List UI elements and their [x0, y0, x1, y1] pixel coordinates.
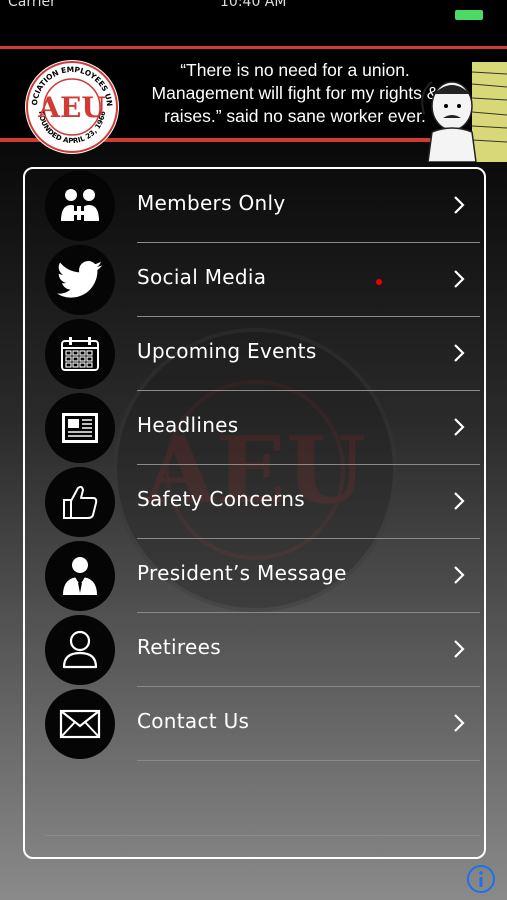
battery-icon — [455, 10, 483, 20]
menu-item-members-only[interactable]: Members Only — [25, 169, 484, 243]
menu-label: Safety Concerns — [137, 487, 305, 511]
person-outline-icon — [45, 615, 115, 685]
main-menu-panel: Members Only Social Media Upcoming Event… — [23, 167, 486, 859]
menu-item-upcoming-events[interactable]: Upcoming Events — [25, 317, 484, 391]
menu-label: Contact Us — [137, 709, 250, 733]
aeu-logo: ASSOCIATION EMPLOYEES UNION FOUNDED APRI… — [25, 60, 119, 154]
businessman-icon — [45, 541, 115, 611]
menu-item-headlines[interactable]: Headlines — [25, 391, 484, 465]
banner-quote: “There is no need for a union. Managemen… — [151, 60, 439, 126]
chevron-right-icon — [454, 196, 465, 214]
worker-cartoon-image — [410, 54, 507, 163]
status-bar: Carrier 10:40 AM — [0, 0, 507, 24]
carrier-label: Carrier — [8, 0, 56, 10]
menu-item-social-media[interactable]: Social Media — [25, 243, 484, 317]
panel-bottom-divider — [45, 835, 480, 836]
menu-label: Upcoming Events — [137, 339, 317, 363]
twitter-bird-icon — [45, 245, 115, 315]
newspaper-icon — [45, 393, 115, 463]
chevron-right-icon — [454, 566, 465, 584]
menu-separator — [137, 760, 480, 761]
notification-dot — [376, 279, 382, 285]
banner-top-divider — [0, 46, 507, 49]
chevron-right-icon — [454, 640, 465, 658]
header-banner: ASSOCIATION EMPLOYEES UNION FOUNDED APRI… — [0, 24, 507, 163]
menu-label: Members Only — [137, 191, 286, 215]
chevron-right-icon — [454, 492, 465, 510]
logo-letters: AEU — [37, 91, 105, 124]
menu-label: Retirees — [137, 635, 221, 659]
members-icon — [45, 171, 115, 241]
menu-label: President’s Message — [137, 561, 347, 585]
menu-item-safety-concerns[interactable]: Safety Concerns — [25, 465, 484, 539]
menu-item-contact-us[interactable]: Contact Us — [25, 687, 484, 761]
menu-item-retirees[interactable]: Retirees — [25, 613, 484, 687]
chevron-right-icon — [454, 418, 465, 436]
envelope-icon — [45, 689, 115, 759]
menu-label: Social Media — [137, 265, 267, 289]
calendar-icon — [45, 319, 115, 389]
info-icon[interactable] — [466, 864, 496, 894]
menu-item-presidents-message[interactable]: President’s Message — [25, 539, 484, 613]
chevron-right-icon — [454, 270, 465, 288]
status-time: 10:40 AM — [220, 0, 287, 10]
chevron-right-icon — [454, 344, 465, 362]
chevron-right-icon — [454, 714, 465, 732]
menu-label: Headlines — [137, 413, 239, 437]
thumbs-up-icon — [45, 467, 115, 537]
